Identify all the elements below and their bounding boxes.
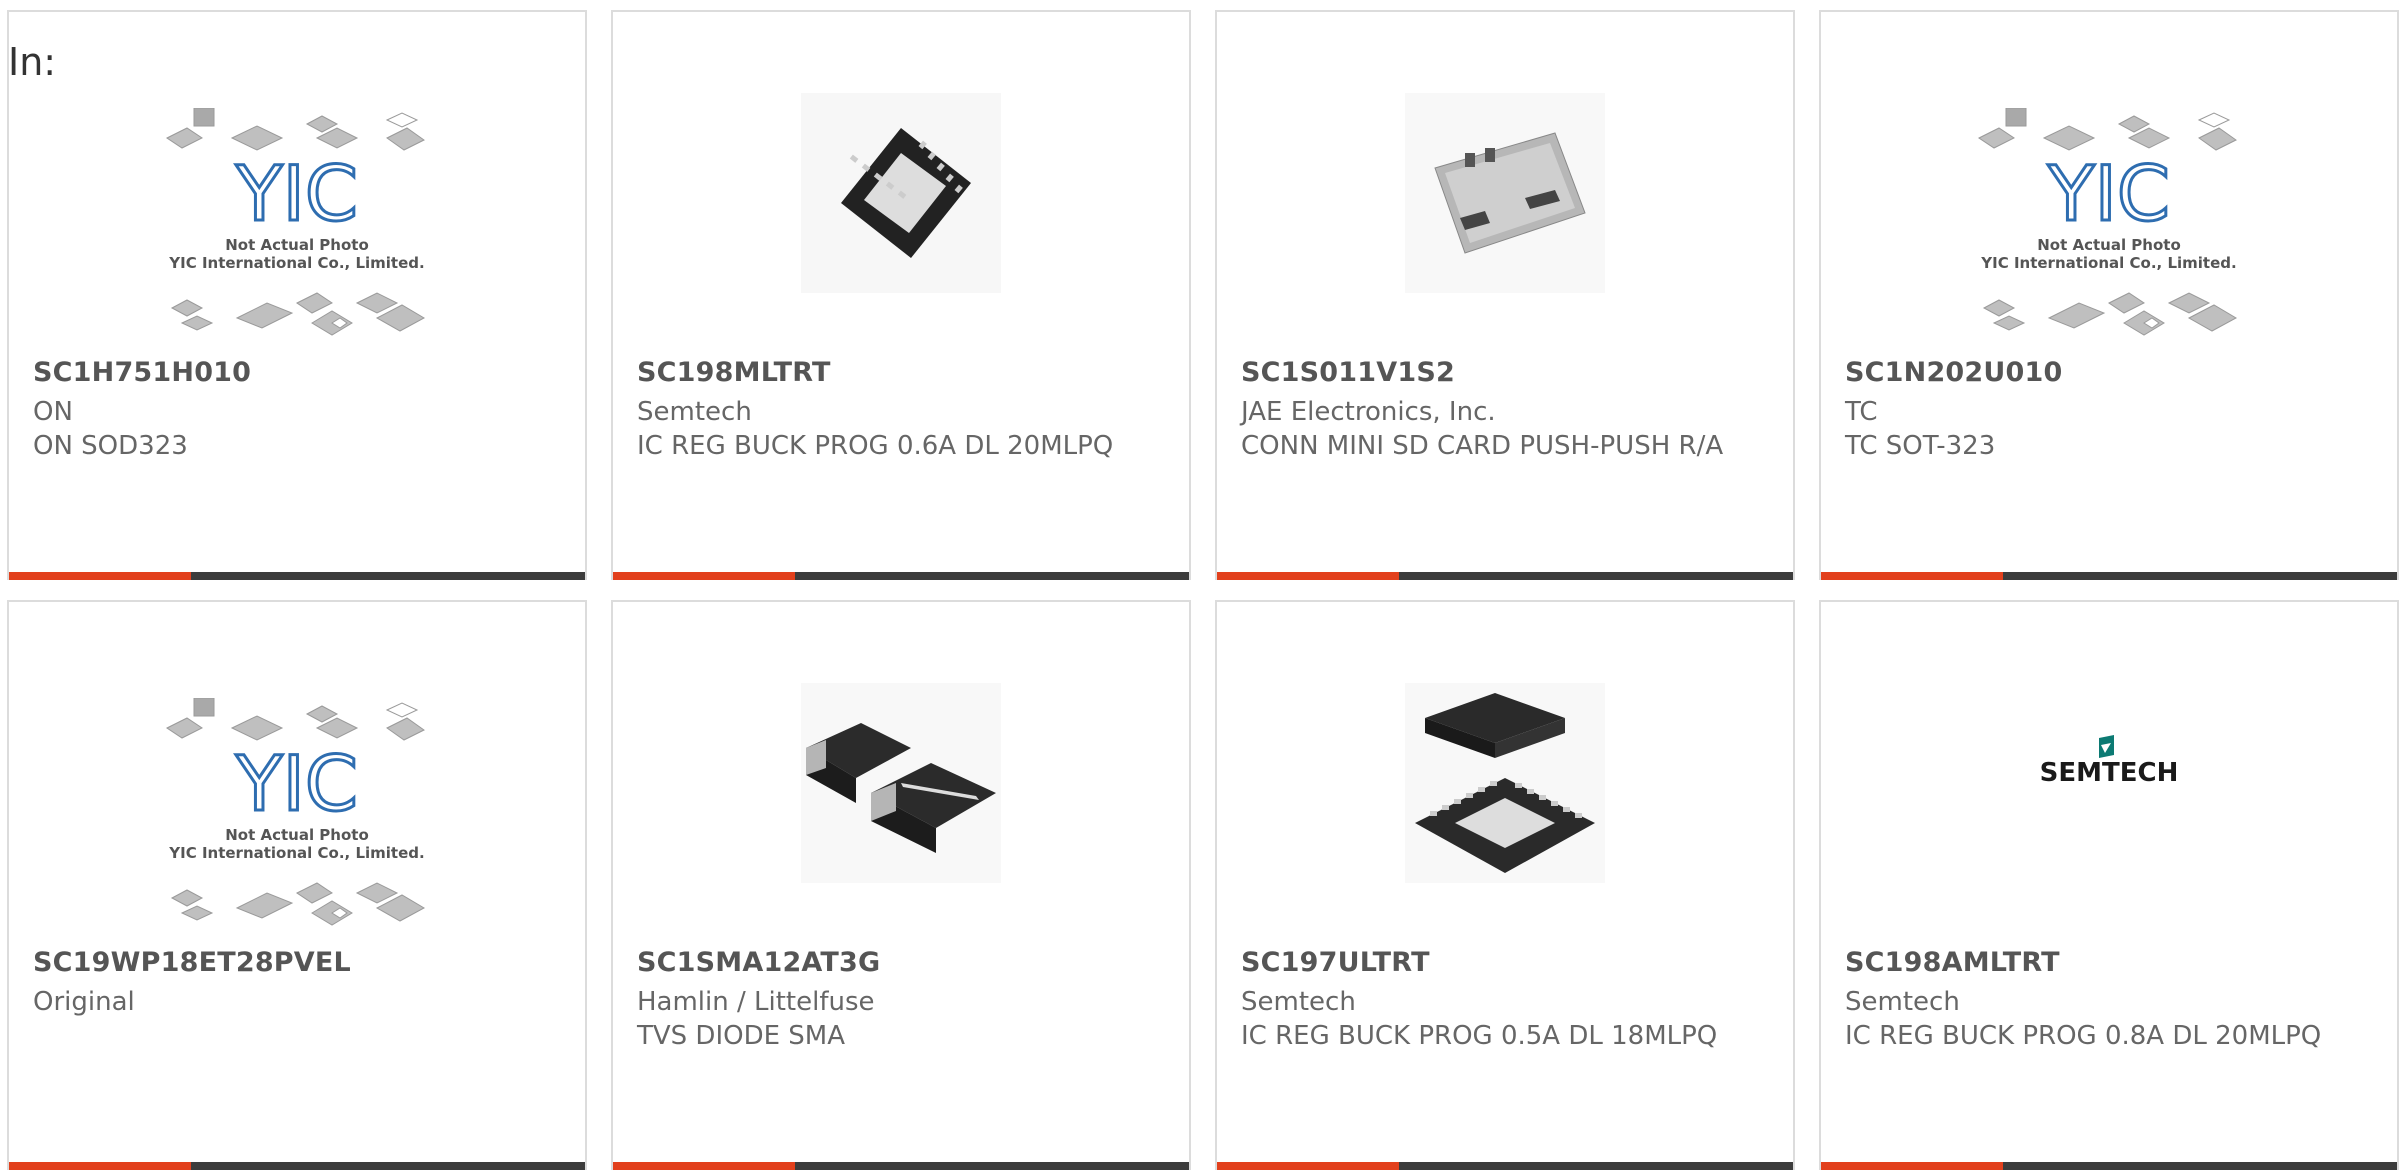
svg-text:Not Actual Photo: Not Actual Photo	[2037, 236, 2181, 254]
part-number[interactable]: SC198MLTRT	[637, 357, 831, 388]
product-card[interactable]: SEMTECH SC198AMLTRT Semtech IC REG BUCK PRO…	[1819, 600, 2399, 1170]
part-number[interactable]: SC1H751H010	[33, 357, 251, 388]
svg-text:YIC: YIC	[2047, 149, 2170, 238]
product-card[interactable]: SC1S011V1S2 JAE Electronics, Inc. CONN MIN…	[1215, 10, 1795, 580]
product-image[interactable]	[613, 68, 1189, 358]
description: CONN MINI SD CARD PUSH-PUSH R/A	[1241, 431, 1724, 461]
manufacturer: TC	[1845, 397, 1878, 427]
card-footer-bar	[9, 572, 585, 580]
description: IC REG BUCK PROG 0.6A DL 20MLPQ	[637, 431, 1114, 461]
card-footer-bar	[613, 572, 1189, 580]
placeholder-photo: YICNot Actual PhotoYIC International Co.…	[166, 698, 426, 926]
svg-text:YIC International Co., Limited: YIC International Co., Limited.	[1980, 254, 2236, 272]
placeholder-photo: YICNot Actual PhotoYIC International Co.…	[1978, 108, 2238, 336]
product-card[interactable]: SC1SMA12AT3G Hamlin / Littelfuse TVS DIODE…	[611, 600, 1191, 1170]
sma-diode-photo	[801, 683, 1001, 883]
manufacturer: Semtech	[637, 397, 752, 427]
product-card[interactable]: YIC Not Actual Photo YIC International Co.…	[1819, 10, 2399, 580]
placeholder-photo: YICNot Actual PhotoYIC International Co.…	[166, 108, 426, 336]
part-number[interactable]: SC1N202U010	[1845, 357, 2063, 388]
product-card[interactable]: YIC Not Actual Photo YIC International Co.…	[7, 600, 587, 1170]
manufacturer: Hamlin / Littelfuse	[637, 987, 875, 1017]
product-image[interactable]: YIC Not Actual Photo YIC International Co.…	[9, 68, 585, 358]
card-footer-bar	[613, 1162, 1189, 1170]
product-card[interactable]: SC197ULTRT Semtech IC REG BUCK PROG 0.5A D…	[1215, 600, 1795, 1170]
product-image[interactable]: SEMTECH	[1821, 658, 2397, 948]
manufacturer: JAE Electronics, Inc.	[1241, 397, 1496, 427]
card-footer-bar	[1217, 572, 1793, 580]
manufacturer: ON	[33, 397, 73, 427]
description: IC REG BUCK PROG 0.8A DL 20MLPQ	[1845, 1021, 2322, 1051]
sd-connector-photo	[1405, 93, 1605, 293]
description: TVS DIODE SMA	[637, 1021, 846, 1051]
product-image[interactable]: YIC Not Actual Photo YIC International Co.…	[1821, 68, 2397, 358]
svg-text:YIC: YIC	[235, 739, 358, 828]
manufacturer: Semtech	[1241, 987, 1356, 1017]
card-footer-accent	[1217, 1162, 1399, 1170]
svg-text:YIC International Co., Limited: YIC International Co., Limited.	[168, 254, 424, 272]
card-footer-accent	[613, 1162, 795, 1170]
part-number[interactable]: SC1SMA12AT3G	[637, 947, 880, 978]
description: ON SOD323	[33, 431, 188, 461]
part-number[interactable]: SC197ULTRT	[1241, 947, 1430, 978]
card-footer-accent	[1821, 1162, 2003, 1170]
part-number[interactable]: SC19WP18ET28PVEL	[33, 947, 351, 978]
card-footer-bar	[1821, 1162, 2397, 1170]
svg-text:YIC: YIC	[235, 149, 358, 238]
manufacturer: Semtech	[1845, 987, 1960, 1017]
product-grid: YIC Not Actual Photo YIC International Co.…	[0, 0, 2400, 1170]
part-number[interactable]: SC1S011V1S2	[1241, 357, 1455, 388]
card-footer-accent	[613, 572, 795, 580]
card-footer-accent	[1821, 572, 2003, 580]
svg-text:YIC International Co., Limited: YIC International Co., Limited.	[168, 844, 424, 862]
card-footer-accent	[1217, 572, 1399, 580]
description: IC REG BUCK PROG 0.5A DL 18MLPQ	[1241, 1021, 1718, 1051]
part-number[interactable]: SC198AMLTRT	[1845, 947, 2060, 978]
semtech-logo: SEMTECH	[2040, 735, 2179, 788]
product-card[interactable]: YIC Not Actual Photo YIC International Co.…	[7, 10, 587, 580]
card-footer-bar	[9, 1162, 585, 1170]
card-footer-bar	[1217, 1162, 1793, 1170]
product-image[interactable]: YIC Not Actual Photo YIC International Co.…	[9, 658, 585, 948]
product-image[interactable]	[1217, 658, 1793, 948]
svg-text:Not Actual Photo: Not Actual Photo	[225, 826, 369, 844]
description: TC SOT-323	[1845, 431, 1996, 461]
qfn-chip-photo	[801, 93, 1001, 293]
svg-text:Not Actual Photo: Not Actual Photo	[225, 236, 369, 254]
in-label: In:	[8, 40, 57, 84]
semtech-logo-text: SEMTECH	[2040, 758, 2179, 788]
product-card[interactable]: SC198MLTRT Semtech IC REG BUCK PROG 0.6A D…	[611, 10, 1191, 580]
mlpq-chip-photo	[1405, 683, 1605, 883]
card-footer-accent	[9, 572, 191, 580]
manufacturer: Original	[33, 987, 135, 1017]
card-footer-accent	[9, 1162, 191, 1170]
product-image[interactable]	[1217, 68, 1793, 358]
product-image[interactable]	[613, 658, 1189, 948]
card-footer-bar	[1821, 572, 2397, 580]
